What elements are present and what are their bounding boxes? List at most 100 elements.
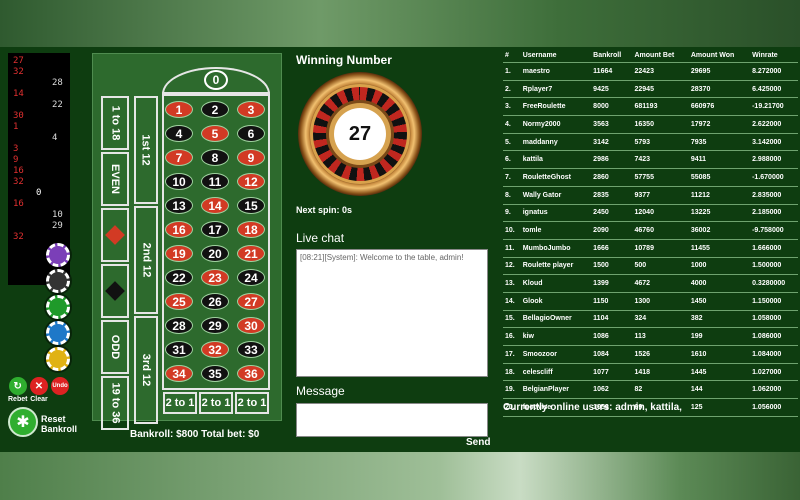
outside-bet[interactable] xyxy=(101,264,129,318)
outside-bet[interactable] xyxy=(101,208,129,262)
history-number: 4 xyxy=(52,133,58,143)
number-cell[interactable]: 11 xyxy=(201,173,229,190)
number-cell[interactable]: 17 xyxy=(201,221,229,238)
dozen-bet[interactable]: 3rd 12 xyxy=(134,316,158,424)
number-cell[interactable]: 2 xyxy=(201,101,229,118)
chip[interactable] xyxy=(46,347,70,371)
table-cell: 1077 xyxy=(591,363,633,382)
number-cell[interactable]: 34 xyxy=(165,365,193,382)
table-cell: 125 xyxy=(688,398,751,417)
chat-log[interactable]: [08:21][System]: Welcome to the table, a… xyxy=(296,249,488,377)
table-cell: 1666 xyxy=(591,239,633,258)
table-cell: ignatus xyxy=(520,204,592,223)
table-cell: 2835 xyxy=(591,186,633,205)
number-cell[interactable]: 21 xyxy=(237,245,265,262)
number-cell[interactable]: 25 xyxy=(165,293,193,310)
rebet-button[interactable]: ↻ Rebet xyxy=(8,377,27,403)
zero-number[interactable]: 0 xyxy=(204,70,228,90)
number-cell[interactable]: 10 xyxy=(165,173,193,190)
table-cell: 6.425000 xyxy=(750,80,798,99)
number-cell[interactable]: 29 xyxy=(201,317,229,334)
history-number: 3 xyxy=(13,144,19,154)
table-cell: maddanny xyxy=(520,133,592,152)
history-number: 32 xyxy=(13,232,24,242)
number-cell[interactable]: 32 xyxy=(201,341,229,358)
chip[interactable] xyxy=(46,243,70,267)
number-cell[interactable]: 6 xyxy=(237,125,265,142)
table-cell: 12. xyxy=(503,257,521,276)
clear-icon: ✕ xyxy=(30,377,48,395)
number-cell[interactable]: 23 xyxy=(201,269,229,286)
chat-message: [08:21][System]: Welcome to the table, a… xyxy=(300,253,464,262)
number-cell[interactable]: 27 xyxy=(237,293,265,310)
table-cell: 1.027000 xyxy=(750,363,798,382)
number-cell[interactable]: 24 xyxy=(237,269,265,286)
outside-bet[interactable]: 1 to 18 xyxy=(101,96,129,150)
table-cell: 1450 xyxy=(688,292,751,311)
number-cell[interactable]: 13 xyxy=(165,197,193,214)
undo-label: Undo xyxy=(52,383,68,389)
outside-bet[interactable]: ODD xyxy=(101,320,129,374)
dozen-bet[interactable]: 2nd 12 xyxy=(134,206,158,314)
dozen-bet[interactable]: 1st 12 xyxy=(134,96,158,204)
column-bet[interactable]: 2 to 1 xyxy=(163,392,197,414)
table-cell: 7935 xyxy=(688,133,751,152)
table-cell: 1.062000 xyxy=(750,380,798,400)
number-cell[interactable]: 9 xyxy=(237,149,265,166)
chip[interactable] xyxy=(46,295,70,319)
number-cell[interactable]: 22 xyxy=(165,269,193,286)
number-cell[interactable]: 12 xyxy=(237,173,265,190)
table-cell: BelgianPlayer xyxy=(520,380,592,400)
chip[interactable] xyxy=(46,321,70,345)
outside-bet[interactable]: EVEN xyxy=(101,152,129,206)
undo-button[interactable]: Undo xyxy=(51,377,69,396)
reset-word: Reset xyxy=(41,414,66,424)
send-button[interactable]: Send xyxy=(466,437,490,448)
table-row: 13. Kloud 1399 4672 4000 0.3280000 xyxy=(503,274,798,293)
number-cell[interactable]: 7 xyxy=(165,149,193,166)
number-cell[interactable]: 36 xyxy=(237,365,265,382)
table-cell: 10. xyxy=(503,221,521,240)
table-cell: 1084 xyxy=(591,345,633,364)
number-cell[interactable]: 35 xyxy=(201,365,229,382)
table-cell: 9377 xyxy=(632,186,689,205)
number-cell[interactable]: 33 xyxy=(237,341,265,358)
table-cell: 2090 xyxy=(591,221,633,240)
number-cell[interactable]: 30 xyxy=(237,317,265,334)
table-row: 19. BelgianPlayer 1062 82 144 1.062000 xyxy=(503,380,798,400)
number-cell[interactable]: 28 xyxy=(165,317,193,334)
rebet-icon: ↻ xyxy=(8,377,27,395)
column-bet[interactable]: 2 to 1 xyxy=(235,392,269,414)
leaderboard-header: # Username Bankroll Amount Bet Amount Won Win… xyxy=(503,49,798,63)
table-cell: 7. xyxy=(503,168,521,187)
chip[interactable] xyxy=(46,269,70,293)
table-cell: 17972 xyxy=(688,115,751,134)
number-cell[interactable]: 14 xyxy=(201,197,229,214)
number-cell[interactable]: 3 xyxy=(237,101,265,118)
clear-button[interactable]: ✕ Clear xyxy=(30,377,48,403)
number-cell[interactable]: 19 xyxy=(165,245,193,262)
history-number: 16 xyxy=(13,199,24,209)
number-cell[interactable]: 4 xyxy=(165,125,193,142)
number-cell[interactable]: 16 xyxy=(165,221,193,238)
history-number: 28 xyxy=(52,78,63,88)
number-cell[interactable]: 18 xyxy=(237,221,265,238)
live-chat-title: Live chat xyxy=(296,231,345,245)
table-cell: 36002 xyxy=(688,221,751,240)
outside-bet[interactable]: 19 to 36 xyxy=(101,376,129,430)
number-cell[interactable]: 1 xyxy=(165,101,193,118)
message-input[interactable] xyxy=(296,403,488,437)
reset-bankroll-button[interactable]: ✱ xyxy=(8,407,38,437)
number-cell[interactable]: 20 xyxy=(201,245,229,262)
column-bet[interactable]: 2 to 1 xyxy=(199,392,233,414)
clear-label: Clear xyxy=(30,396,48,403)
table-row: 1. maestro 11664 22423 29695 8.272000 xyxy=(503,62,798,81)
table-cell: -1.670000 xyxy=(750,168,798,187)
table-row: 6. kattila 2986 7423 9411 2.988000 xyxy=(503,150,798,170)
number-cell[interactable]: 5 xyxy=(201,125,229,142)
outside-label: 19 to 36 xyxy=(109,382,121,424)
number-cell[interactable]: 26 xyxy=(201,293,229,310)
number-cell[interactable]: 31 xyxy=(165,341,193,358)
number-cell[interactable]: 8 xyxy=(201,149,229,166)
number-cell[interactable]: 15 xyxy=(237,197,265,214)
